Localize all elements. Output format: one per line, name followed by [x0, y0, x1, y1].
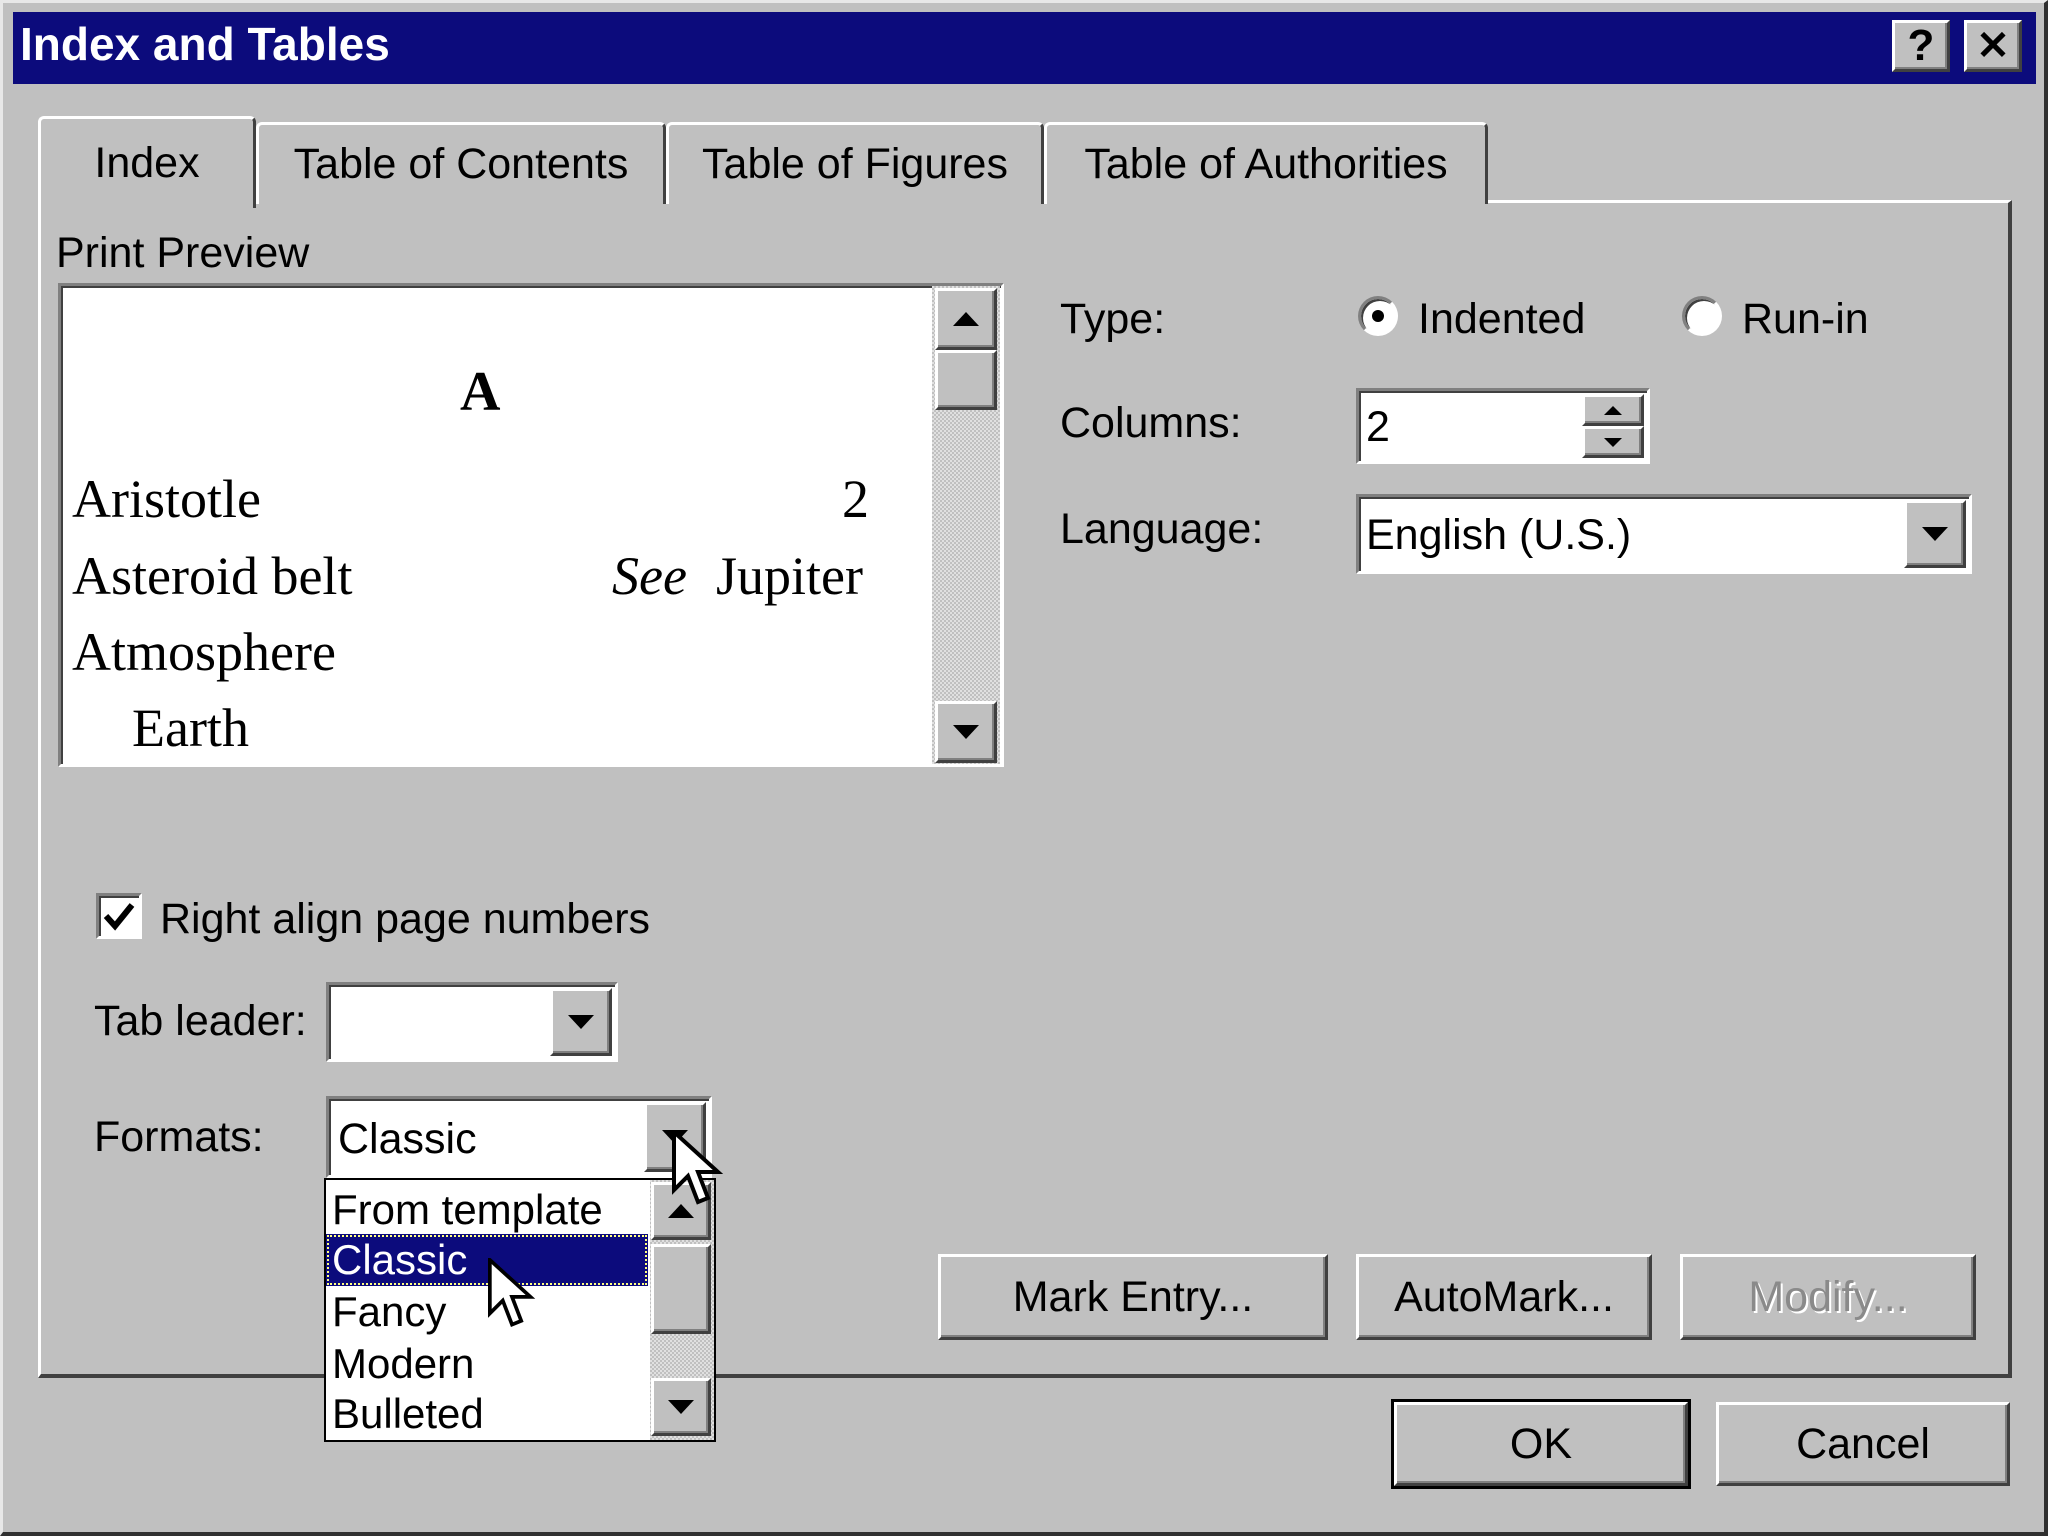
language-value: English (U.S.): [1366, 511, 1632, 559]
close-icon: ✕: [1976, 24, 2010, 68]
tab-index[interactable]: Index: [38, 116, 256, 208]
list-scroll-thumb[interactable]: [651, 1244, 711, 1334]
preview-term: Atmosphere: [72, 622, 336, 682]
preview-page: 2: [842, 469, 869, 529]
list-item-selected[interactable]: Classic: [326, 1234, 648, 1286]
dropdown-arrow-icon: [1922, 527, 1948, 541]
radio-indented[interactable]: [1358, 296, 1398, 336]
spin-up-button[interactable]: [1582, 394, 1644, 426]
formats-value: Classic: [338, 1115, 477, 1163]
scroll-up-icon: [953, 312, 979, 326]
scroll-thumb[interactable]: [935, 350, 997, 410]
mark-entry-button[interactable]: Mark Entry...: [938, 1254, 1328, 1340]
radio-indented-label: Indented: [1418, 295, 1586, 343]
close-button[interactable]: ✕: [1964, 20, 2022, 72]
columns-label: Columns:: [1060, 399, 1242, 447]
preview-subterm: Earth: [132, 698, 249, 758]
tab-leader-label: Tab leader:: [94, 997, 307, 1045]
columns-value: 2: [1366, 403, 1390, 451]
scroll-up-button[interactable]: [935, 288, 997, 350]
scroll-down-button[interactable]: [935, 701, 997, 763]
list-item[interactable]: Fancy: [326, 1286, 648, 1338]
mouse-pointer-icon: [672, 1130, 724, 1205]
help-button[interactable]: ?: [1892, 20, 1950, 72]
radio-run-in-label: Run-in: [1742, 295, 1869, 343]
help-icon: ?: [1907, 21, 1935, 70]
spin-down-button[interactable]: [1582, 426, 1644, 458]
list-scroll-down-button[interactable]: [651, 1378, 711, 1436]
preview-ref: Jupiter: [716, 546, 863, 606]
button-label: OK: [1509, 1419, 1573, 1468]
spin-up-icon: [1604, 405, 1622, 415]
checkmark-icon: [103, 903, 135, 931]
preview-heading: A: [460, 361, 501, 423]
tab-label: Table of Authorities: [1084, 140, 1448, 188]
tab-table-of-figures[interactable]: Table of Figures: [666, 122, 1044, 204]
tab-label: Index: [94, 139, 200, 187]
right-align-label: Right align page numbers: [160, 895, 651, 943]
scroll-down-icon: [953, 725, 979, 739]
list-item[interactable]: From template: [326, 1184, 648, 1236]
type-label: Type:: [1060, 295, 1166, 343]
automark-button[interactable]: AutoMark...: [1356, 1254, 1652, 1340]
ok-button[interactable]: OK: [1391, 1399, 1691, 1489]
preview-term: Aristotle: [72, 469, 261, 529]
formats-label: Formats:: [94, 1113, 264, 1161]
list-item[interactable]: Bulleted: [326, 1388, 648, 1440]
right-align-checkbox[interactable]: [96, 893, 142, 939]
preview-term: Asteroid belt: [72, 546, 353, 606]
print-preview-label: Print Preview: [56, 229, 310, 277]
button-label: Mark Entry...: [1012, 1272, 1254, 1321]
radio-selected-dot: [1372, 310, 1384, 322]
scroll-down-icon: [668, 1400, 694, 1414]
dropdown-arrow-icon: [568, 1015, 594, 1029]
tab-leader-dropdown-button[interactable]: [550, 988, 612, 1056]
list-item[interactable]: Modern: [326, 1338, 648, 1390]
tab-label: Table of Contents: [293, 140, 629, 188]
tab-label: Table of Figures: [702, 140, 1008, 188]
radio-run-in[interactable]: [1682, 296, 1722, 336]
preview-see: See: [612, 546, 687, 606]
cancel-button[interactable]: Cancel: [1716, 1402, 2010, 1486]
language-label: Language:: [1060, 505, 1264, 553]
window-title: Index and Tables: [20, 18, 390, 70]
tab-table-of-contents[interactable]: Table of Contents: [256, 122, 666, 204]
spin-down-icon: [1604, 437, 1622, 447]
tab-table-of-authorities[interactable]: Table of Authorities: [1044, 122, 1488, 204]
language-dropdown-button[interactable]: [1904, 500, 1966, 568]
button-label: Modify...: [1748, 1272, 1908, 1321]
button-label: Cancel: [1796, 1419, 1930, 1468]
modify-button[interactable]: Modify...: [1680, 1254, 1976, 1340]
mouse-pointer-icon: [488, 1258, 536, 1327]
button-label: AutoMark...: [1394, 1272, 1614, 1321]
